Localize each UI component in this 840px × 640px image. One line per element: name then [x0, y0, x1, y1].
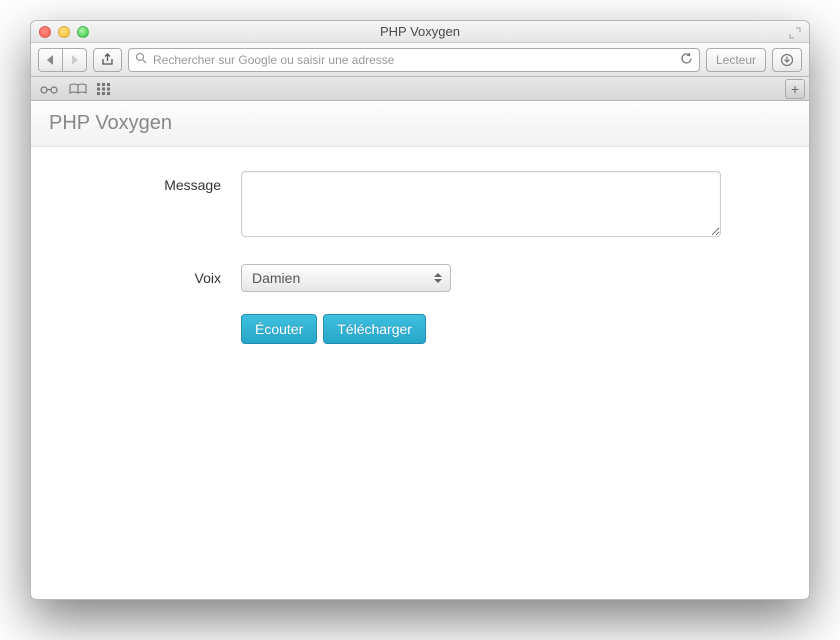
zoom-icon[interactable] — [77, 26, 89, 38]
back-button[interactable] — [38, 48, 63, 72]
voice-row: Voix Damien — [71, 264, 769, 292]
listen-button[interactable]: Écouter — [241, 314, 317, 344]
voice-label: Voix — [71, 264, 241, 292]
message-row: Message — [71, 171, 769, 242]
new-tab-button[interactable]: + — [785, 79, 805, 99]
action-row: Écouter Télécharger — [71, 314, 769, 344]
forward-button[interactable] — [63, 48, 87, 72]
chevron-updown-icon — [430, 268, 446, 288]
message-input[interactable] — [241, 171, 721, 237]
page-content: Message Voix Damien Écouter Télécharger — [31, 147, 809, 390]
search-icon — [135, 52, 147, 67]
reader-button[interactable]: Lecteur — [706, 48, 766, 72]
glasses-icon[interactable] — [39, 83, 59, 95]
address-bar[interactable]: Rechercher sur Google ou saisir une adre… — [128, 48, 700, 72]
address-placeholder: Rechercher sur Google ou saisir une adre… — [153, 53, 394, 67]
refresh-icon[interactable] — [680, 52, 693, 68]
grid-icon[interactable] — [97, 83, 111, 95]
bookmark-bar: + — [31, 77, 809, 101]
window-controls — [39, 26, 89, 38]
fullscreen-icon[interactable] — [789, 26, 801, 38]
downloads-button[interactable] — [772, 48, 802, 72]
share-button[interactable] — [93, 48, 122, 72]
titlebar: PHP Voxygen — [31, 21, 809, 43]
window-title: PHP Voxygen — [31, 24, 809, 39]
browser-window: PHP Voxygen Rechercher sur Google ou sai… — [30, 20, 810, 600]
message-label: Message — [71, 171, 241, 242]
brand-title: PHP Voxygen — [49, 112, 172, 135]
browser-toolbar: Rechercher sur Google ou saisir une adre… — [31, 43, 809, 77]
minimize-icon[interactable] — [58, 26, 70, 38]
book-icon[interactable] — [69, 83, 87, 95]
voice-select[interactable]: Damien — [241, 264, 451, 292]
nav-buttons — [38, 48, 87, 72]
download-button[interactable]: Télécharger — [323, 314, 426, 344]
voice-selected-value: Damien — [252, 270, 300, 286]
app-navbar: PHP Voxygen — [31, 101, 809, 147]
close-icon[interactable] — [39, 26, 51, 38]
